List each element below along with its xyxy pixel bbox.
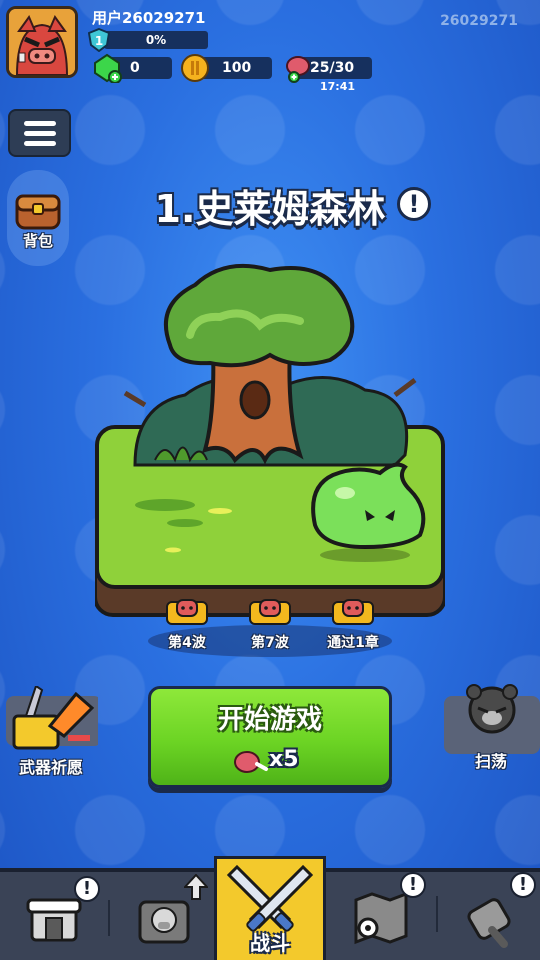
gem-plus-icon: [94, 53, 122, 83]
backpack-label: 背包: [22, 232, 53, 250]
weapon-wish-button[interactable]: 武器祈愿: [2, 686, 100, 778]
level-shield-icon: 1: [88, 28, 110, 52]
reward-chapter-1[interactable]: 通过1章: [318, 596, 388, 652]
xp-bar: 0%: [104, 31, 208, 49]
menu-icon-line: [23, 130, 56, 136]
weapon-chest-icon: [6, 686, 98, 750]
top-bar: 用户26029271 26029271 0% 1 0 100 25/30 17:…: [0, 0, 540, 100]
stamina-timer: 17:41: [320, 80, 356, 93]
equipment-alert-badge: !: [510, 872, 536, 898]
reward-chapter-1-label: 通过1章: [327, 635, 379, 651]
menu-button[interactable]: [8, 109, 71, 157]
player-id: 26029271: [440, 13, 518, 29]
map-alert-badge: !: [400, 872, 426, 898]
nav-divider: [436, 896, 438, 932]
coins-value: 100: [222, 60, 252, 76]
start-game-button[interactable]: 开始游戏 x5: [148, 686, 392, 788]
shop-icon: [26, 898, 82, 942]
nav-battle[interactable]: 战斗: [214, 856, 326, 960]
stamina-value: 25/30: [310, 60, 355, 76]
menu-icon-line: [23, 120, 56, 126]
pig-chest-icon: [138, 900, 190, 944]
player-level: 1: [95, 34, 103, 48]
meat-plus-icon: [286, 56, 310, 83]
nav-divider: [108, 900, 110, 936]
reward-wave-4-label: 第4波: [168, 635, 206, 651]
player-username: 用户26029271: [92, 9, 206, 27]
shop-alert-badge: !: [74, 876, 100, 902]
gems-counter[interactable]: 0: [94, 53, 172, 83]
nav-shop[interactable]: !: [2, 872, 102, 960]
stamina-counter[interactable]: 25/30: [286, 56, 372, 83]
start-game-cost: x5: [269, 747, 299, 772]
weapon-wish-label: 武器祈愿: [18, 758, 83, 777]
upgrade-arrow-icon: [184, 874, 208, 900]
reward-chest-icon: [332, 599, 374, 625]
reward-wave-7[interactable]: 第7波: [235, 596, 305, 652]
reward-chest-icon: [249, 599, 291, 625]
hammer-icon: [467, 898, 511, 948]
reward-wave-4[interactable]: 第4波: [152, 596, 222, 652]
nav-equipment[interactable]: !: [440, 872, 540, 960]
pig-face-icon: [9, 9, 75, 75]
gems-value: 0: [130, 60, 140, 76]
meat-icon: [234, 751, 268, 773]
map-icon: [354, 891, 408, 945]
stage-title: 1.史莱姆森林: [154, 187, 386, 231]
sweep-button[interactable]: 扫荡: [442, 680, 540, 772]
reward-wave-7-label: 第7波: [251, 635, 289, 651]
bear-bandit-icon: [444, 684, 540, 754]
menu-icon-line: [23, 140, 56, 146]
player-avatar[interactable]: [6, 6, 78, 78]
nav-character[interactable]: [112, 872, 212, 960]
stage-scene-image[interactable]: [95, 255, 445, 625]
start-game-label: 开始游戏: [217, 705, 322, 735]
xp-percent: 0%: [145, 33, 167, 47]
sweep-label: 扫荡: [474, 752, 507, 771]
coin-icon: [181, 54, 209, 82]
reward-chest-icon: [166, 599, 208, 625]
crossed-swords-icon: [227, 864, 313, 932]
nav-map[interactable]: !: [332, 872, 432, 960]
stage-info-button[interactable]: !: [397, 187, 431, 221]
coins-counter: 100: [181, 54, 272, 82]
nav-battle-label: 战斗: [250, 931, 290, 955]
